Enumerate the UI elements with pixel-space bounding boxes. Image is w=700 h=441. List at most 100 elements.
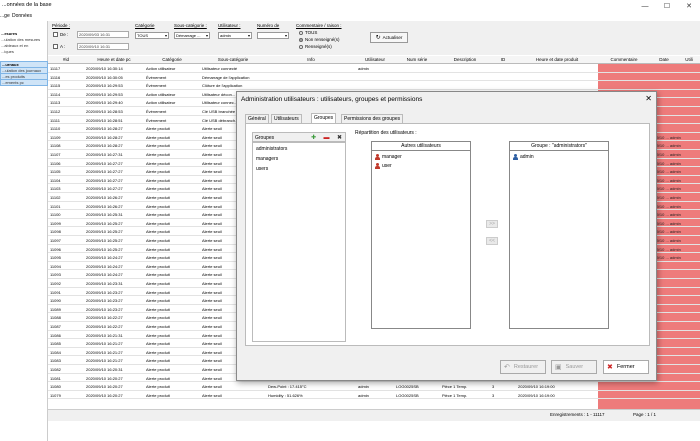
- column-header[interactable]: Commentaire: [598, 57, 650, 62]
- group-item[interactable]: users: [256, 166, 268, 172]
- table-cell: Évènement: [146, 74, 167, 80]
- user-item[interactable]: admin: [513, 154, 534, 160]
- table-cell: 3: [492, 384, 495, 390]
- sous-categorie-select[interactable]: Démarrage ...: [174, 32, 210, 39]
- menu-item-page[interactable]: ...ge: [0, 13, 10, 19]
- other-users-header: Autres utilisateurs: [372, 142, 470, 151]
- move-right-arrow[interactable]: >>: [486, 220, 498, 228]
- nav-item[interactable]: ...ableaux et en: [0, 43, 48, 48]
- user-item[interactable]: user: [375, 163, 392, 169]
- tab-general[interactable]: Général: [245, 114, 269, 123]
- nav-item[interactable]: ...iques: [0, 49, 48, 54]
- add-group-icon[interactable]: ✚: [309, 134, 318, 141]
- nav-item[interactable]: ...esures: [0, 31, 48, 36]
- table-cell: 2020/09/10 16:24:27: [86, 263, 123, 269]
- column-header[interactable]: Heure et date pc: [84, 57, 144, 62]
- table-row[interactable]: 11117 2020/09/10 16:30:14 Action utilisate…: [48, 65, 700, 73]
- table-row[interactable]: 11116 2020/09/10 16:30:05 Évènement Démarra…: [48, 74, 700, 82]
- grid-header: #id Heure et date pc Catégorie Sous-catégor…: [48, 56, 700, 64]
- table-cell: 9/09/10 ... admin: [651, 134, 681, 140]
- table-cell: 11089: [50, 306, 61, 312]
- radio-tous[interactable]: TOUS: [299, 30, 317, 35]
- column-header[interactable]: Heure et date produit: [516, 57, 598, 62]
- radio-renseigne[interactable]: Renseigné(s): [299, 44, 332, 49]
- table-cell: 11103: [50, 186, 61, 192]
- left-nav-panel: ...esures ...ulation des mesures ...ableau…: [0, 21, 48, 441]
- date-from-field[interactable]: 2020/09/03 16:31: [77, 31, 129, 38]
- table-cell: 11093: [50, 272, 61, 278]
- nav-item[interactable]: ...ulation des mesures: [0, 37, 48, 42]
- red-user-icon: [375, 163, 380, 169]
- table-cell: 2020/09/10 16:29:53: [86, 83, 123, 89]
- table-cell: 2020/09/10 16:26:27: [86, 195, 123, 200]
- title-bar: ...onnées de la base — ☐ ✕: [0, 0, 700, 12]
- table-cell: Alerte produit: [146, 281, 170, 286]
- table-row[interactable]: 11080 2020/09/10 16:20:27 Alerte produit Al…: [48, 383, 700, 391]
- move-left-arrow[interactable]: <<: [486, 237, 498, 245]
- de-checkbox[interactable]: [53, 32, 58, 37]
- utilisateur-select[interactable]: admin: [218, 32, 252, 39]
- column-header[interactable]: Catégorie: [144, 57, 200, 62]
- table-cell: 2020/09/10 16:20:27: [86, 392, 123, 398]
- tab-utilisateurs[interactable]: Utilisateurs: [271, 114, 302, 123]
- table-cell: 2020/09/10 16:27:27: [86, 169, 123, 175]
- table-cell: 2020/09/10 16:30:14: [86, 66, 123, 71]
- a-checkbox[interactable]: [53, 44, 58, 49]
- table-cell: 2020/09/10 16:25:27: [86, 220, 123, 226]
- table-cell: Alerte produit: [146, 186, 170, 192]
- table-cell: 2020/09/10 16:28:27: [86, 143, 123, 149]
- restore-button[interactable]: ↶ Restaurer: [500, 360, 546, 374]
- column-header[interactable]: Utili: [678, 57, 700, 62]
- radio-non-renseigne[interactable]: Non renseigné(s): [299, 37, 340, 42]
- save-icon: ▣: [555, 364, 562, 371]
- menu-item-donnees[interactable]: Données: [12, 13, 32, 19]
- column-header[interactable]: #id: [48, 57, 84, 62]
- close-x-icon: ✖: [607, 364, 613, 371]
- table-row[interactable]: 11115 2020/09/10 16:29:53 Évènement Clôture…: [48, 82, 700, 90]
- table-cell: 11107: [50, 152, 61, 157]
- table-cell: Alerte produit: [146, 306, 170, 312]
- column-header[interactable]: Info: [266, 57, 356, 62]
- table-cell: 11102: [50, 195, 61, 200]
- close-icon[interactable]: ✕: [678, 0, 700, 12]
- date-to-field[interactable]: 2020/09/10 16:31: [77, 43, 129, 50]
- close-button[interactable]: ✖ Fermer: [603, 360, 649, 374]
- radio-non-label: Non renseigné(s): [305, 37, 340, 42]
- remove-group-icon[interactable]: ▬: [322, 134, 331, 141]
- table-cell: LOG0025SB: [396, 384, 419, 390]
- table-cell: 2020/09/10 16:23:27: [86, 298, 123, 304]
- filter-bar: Période : De : 2020/09/03 16:31 A : 2020…: [48, 21, 700, 55]
- column-header[interactable]: Sous-catégorie: [200, 57, 266, 62]
- categorie-select[interactable]: TOUS: [135, 32, 169, 39]
- table-row[interactable]: 11079 2020/09/10 16:20:27 Alerte produit Al…: [48, 392, 700, 400]
- save-button[interactable]: ▣ Sauver: [551, 360, 597, 374]
- nav-item[interactable]: ...ements pc: [0, 79, 48, 86]
- tab-permissions-groupes[interactable]: Permissions des groupes: [341, 114, 404, 123]
- dialog-close-icon[interactable]: ✕: [645, 94, 652, 103]
- tab-groupes[interactable]: Groupes: [311, 113, 337, 123]
- restore-button-label: Restaurer: [513, 364, 539, 370]
- table-cell: Alerte produit: [146, 238, 170, 243]
- group-item[interactable]: managers: [256, 156, 278, 162]
- table-cell: Alerte produit: [146, 315, 170, 321]
- column-header[interactable]: ID: [490, 57, 516, 62]
- maximize-icon[interactable]: ☐: [656, 0, 678, 12]
- column-header[interactable]: Num série: [394, 57, 440, 62]
- table-cell: 2020/09/10 16:30:05: [86, 74, 123, 80]
- table-cell: 11090: [50, 298, 61, 304]
- user-item[interactable]: manager: [375, 154, 402, 160]
- column-header[interactable]: Description: [440, 57, 490, 62]
- column-header[interactable]: Date: [650, 57, 678, 62]
- table-cell: Alerte produit: [146, 169, 170, 175]
- delete-group-icon[interactable]: ✖: [335, 134, 344, 141]
- table-cell: Pièce 1 Temp.: [442, 384, 468, 390]
- user-item-label: admin: [520, 154, 534, 160]
- group-item[interactable]: administrators: [256, 146, 287, 152]
- table-cell: 11083: [50, 358, 61, 364]
- numero-serie-select[interactable]: [257, 32, 289, 39]
- table-cell: 11096: [50, 246, 61, 252]
- table-cell: Pièce 1 Temp.: [442, 392, 468, 398]
- update-button[interactable]: ↻ Actualiser: [370, 32, 408, 43]
- column-header[interactable]: Utilisateur: [356, 57, 394, 62]
- minimize-icon[interactable]: —: [634, 0, 656, 12]
